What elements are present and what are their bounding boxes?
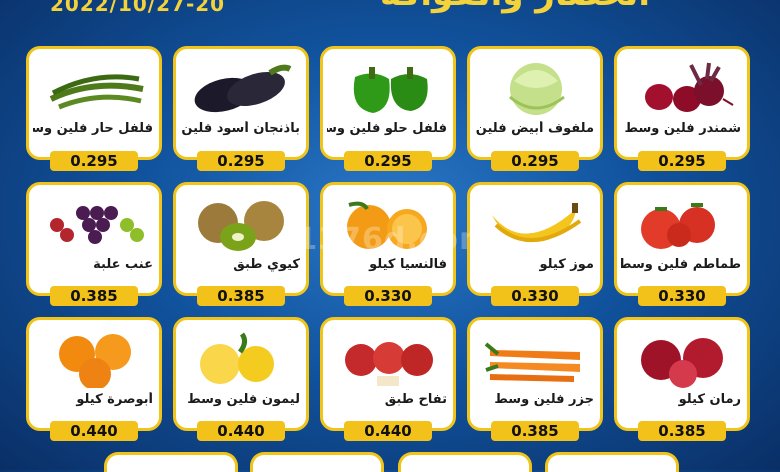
price-tag: 0.440 bbox=[50, 421, 138, 441]
product-name: شمندر فلين وسط bbox=[624, 121, 741, 136]
product-name: جزر فلين وسط bbox=[494, 392, 594, 407]
product-name: أبوصرة كيلو bbox=[76, 392, 153, 407]
price-tag: 0.330 bbox=[491, 286, 579, 306]
product-card: ليمون فلين وسط bbox=[173, 317, 309, 431]
product-name: فلفل حلو فلين وسط bbox=[327, 121, 447, 136]
product-card: جزر فلين وسط bbox=[467, 317, 603, 431]
product-card: طماطم فلين وسط bbox=[614, 182, 750, 296]
product-card: فلفل حار فلين وسط bbox=[26, 46, 162, 160]
price-tag: 0.295 bbox=[50, 151, 138, 171]
eggplant-icon bbox=[190, 59, 294, 117]
product-name: طماطم فلين وسط bbox=[621, 257, 741, 272]
lemon-icon bbox=[190, 330, 294, 388]
navel-orange-icon bbox=[43, 330, 147, 390]
price-tag: 0.385 bbox=[491, 421, 579, 441]
partial-card bbox=[104, 452, 238, 472]
product-name: رمان كيلو bbox=[678, 392, 741, 407]
product-name: ليمون فلين وسط bbox=[187, 392, 300, 407]
price-tag: 0.295 bbox=[638, 151, 726, 171]
product-name: ملفوف أبيض فلين وسط bbox=[474, 121, 594, 136]
apple-icon bbox=[337, 330, 441, 388]
price-tag: 0.295 bbox=[344, 151, 432, 171]
grapes-icon bbox=[43, 195, 147, 253]
cabbage-icon bbox=[484, 59, 588, 117]
tomato-icon bbox=[631, 195, 735, 253]
price-tag: 0.440 bbox=[344, 421, 432, 441]
partial-card bbox=[398, 452, 532, 472]
price-tag: 0.440 bbox=[197, 421, 285, 441]
product-card: أبوصرة كيلو bbox=[26, 317, 162, 431]
price-tag: 0.385 bbox=[197, 286, 285, 306]
product-card: تفاح طبق bbox=[320, 317, 456, 431]
page-title: الخضار والفواكه bbox=[380, 0, 650, 14]
beetroot-icon bbox=[631, 59, 735, 117]
product-name: فلفل حار فلين وسط bbox=[33, 121, 153, 136]
partial-card bbox=[250, 452, 384, 472]
carrot-icon bbox=[484, 330, 588, 388]
product-card: ملفوف أبيض فلين وسط bbox=[467, 46, 603, 160]
product-name: موز كيلو bbox=[539, 257, 594, 272]
price-tag: 0.295 bbox=[491, 151, 579, 171]
partial-card bbox=[545, 452, 679, 472]
product-card: باذنجان أسود فلين وسط bbox=[173, 46, 309, 160]
chili-pepper-icon bbox=[43, 59, 147, 117]
product-name: تفاح طبق bbox=[384, 392, 447, 407]
banana-icon bbox=[484, 195, 588, 253]
bell-pepper-icon bbox=[337, 59, 441, 117]
product-name: كيوي طبق bbox=[233, 257, 300, 272]
product-name: باذنجان أسود فلين وسط bbox=[180, 121, 300, 136]
product-name: عنب علبة bbox=[93, 257, 153, 272]
price-tag: 0.385 bbox=[50, 286, 138, 306]
price-tag: 0.385 bbox=[638, 421, 726, 441]
offer-date: 2022/10/27-20 bbox=[50, 0, 226, 16]
watermark: e1376d.com bbox=[275, 222, 492, 257]
price-tag: 0.330 bbox=[638, 286, 726, 306]
product-card: عنب علبة bbox=[26, 182, 162, 296]
product-name: فالنسيا كيلو bbox=[369, 257, 447, 272]
product-card: شمندر فلين وسط bbox=[614, 46, 750, 160]
product-card: فلفل حلو فلين وسط bbox=[320, 46, 456, 160]
price-tag: 0.295 bbox=[197, 151, 285, 171]
price-tag: 0.330 bbox=[344, 286, 432, 306]
pomegranate-icon bbox=[631, 330, 735, 388]
product-card: رمان كيلو bbox=[614, 317, 750, 431]
